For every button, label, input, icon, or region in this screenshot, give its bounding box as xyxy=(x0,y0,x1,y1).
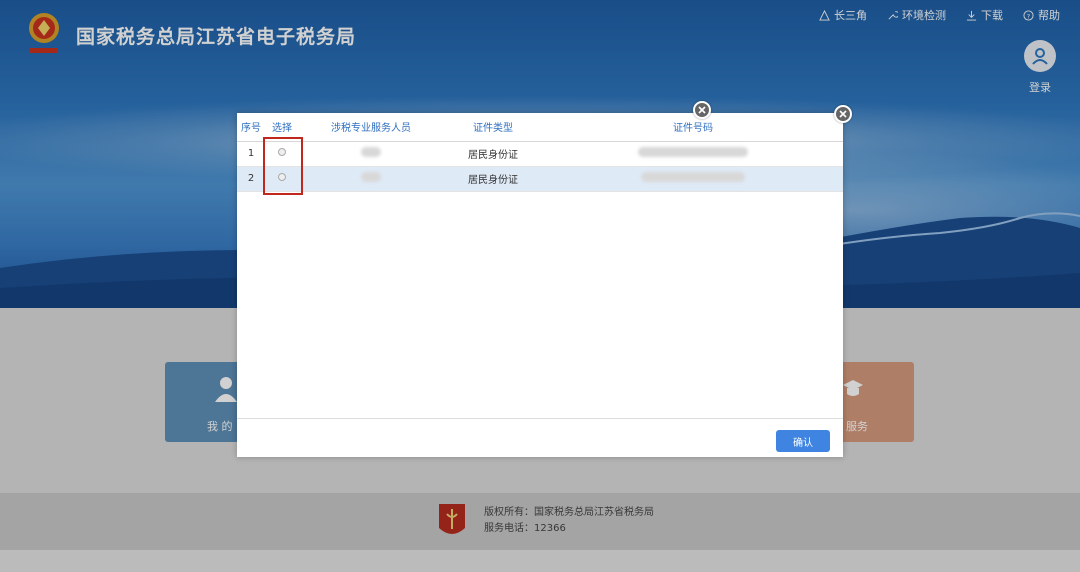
redacted-id xyxy=(638,147,748,157)
col-header-agent: 涉税专业服务人员 xyxy=(299,113,443,142)
redacted-name xyxy=(361,147,381,157)
agent-name-cell xyxy=(299,166,443,192)
confirm-button[interactable]: 确认 xyxy=(776,430,830,452)
redacted-name xyxy=(361,172,381,182)
id-type-cell: 居民身份证 xyxy=(443,166,543,192)
select-column-highlight xyxy=(263,137,303,195)
select-agent-dialog: 序号 选择 涉税专业服务人员 证件类型 证件号码 1 居民身份证 2 居民身份证 xyxy=(237,113,843,457)
id-number-cell xyxy=(543,166,843,192)
close-icon[interactable] xyxy=(693,101,711,119)
redacted-id xyxy=(641,172,745,182)
dialog-footer xyxy=(237,418,843,457)
agent-table: 序号 选择 涉税专业服务人员 证件类型 证件号码 1 居民身份证 2 居民身份证 xyxy=(237,113,843,192)
table-row[interactable]: 1 居民身份证 xyxy=(237,141,843,167)
table-header-row: 序号 选择 涉税专业服务人员 证件类型 证件号码 xyxy=(237,113,843,142)
col-header-id-number: 证件号码 xyxy=(543,113,843,142)
row-number: 2 xyxy=(237,166,265,192)
id-number-cell xyxy=(543,141,843,167)
dialog-close-icon[interactable] xyxy=(834,105,852,123)
col-header-id-type: 证件类型 xyxy=(443,113,543,142)
id-type-cell: 居民身份证 xyxy=(443,141,543,167)
agent-name-cell xyxy=(299,141,443,167)
table-row[interactable]: 2 居民身份证 xyxy=(237,166,843,192)
col-header-no: 序号 xyxy=(237,113,265,142)
row-number: 1 xyxy=(237,141,265,167)
